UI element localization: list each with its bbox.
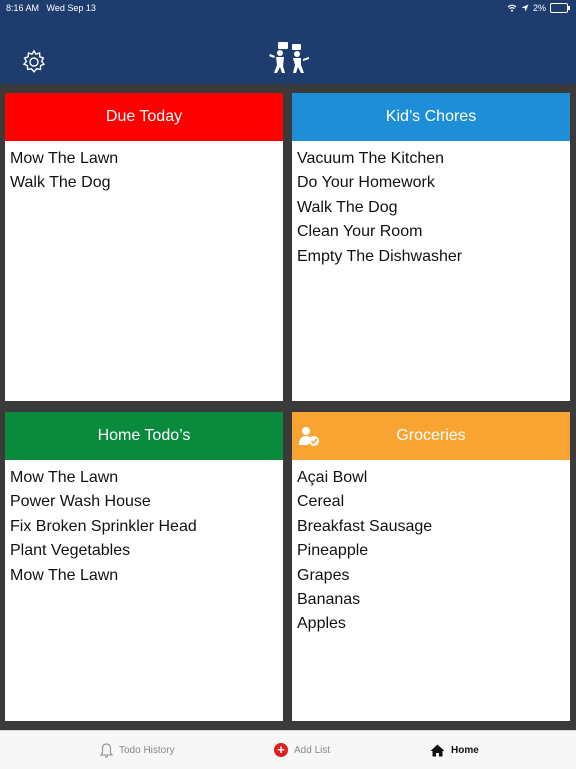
tab-todo-history[interactable]: Todo History	[100, 731, 175, 769]
family-chores-logo-icon	[269, 42, 309, 73]
status-date: Wed Sep 13	[46, 3, 96, 13]
card-list: Açai Bowl Cereal Breakfast Sausage Pinea…	[292, 460, 570, 637]
top-bar: 8:16 AM Wed Sep 13 2%	[0, 0, 576, 84]
list-item[interactable]: Walk The Dog	[297, 196, 570, 220]
list-item[interactable]: Vacuum The Kitchen	[297, 147, 570, 171]
home-icon	[430, 744, 445, 756]
list-item[interactable]: Do Your Homework	[297, 171, 570, 195]
list-item[interactable]: Fix Broken Sprinkler Head	[10, 515, 283, 539]
card-kids-chores[interactable]: Kid’s Chores Vacuum The Kitchen Do Your …	[292, 93, 570, 401]
list-item[interactable]: Power Wash House	[10, 490, 283, 514]
card-groceries[interactable]: Groceries Açai Bowl Cereal Breakfast Sau…	[292, 412, 570, 721]
wifi-icon	[507, 4, 517, 12]
list-item[interactable]: Cereal	[297, 490, 570, 514]
card-home-todos[interactable]: Home Todo’s Mow The Lawn Power Wash Hous…	[5, 412, 283, 721]
battery-icon	[550, 3, 570, 13]
battery-percent: 2%	[532, 3, 546, 13]
card-title: Due Today	[105, 108, 183, 125]
card-list: Mow The Lawn Walk The Dog	[5, 141, 283, 196]
card-header[interactable]: Due Today	[5, 93, 283, 141]
gear-icon	[22, 49, 46, 73]
list-item[interactable]: Breakfast Sausage	[297, 515, 570, 539]
tab-add-list[interactable]: + Add List	[274, 731, 330, 769]
card-list: Mow The Lawn Power Wash House Fix Broken…	[5, 460, 283, 588]
tab-home[interactable]: Home	[430, 731, 479, 769]
status-right: 2%	[507, 3, 570, 13]
list-item[interactable]: Grapes	[297, 564, 570, 588]
card-title: Kid’s Chores	[385, 108, 477, 125]
card-title: Groceries	[396, 427, 466, 444]
settings-button[interactable]	[20, 48, 48, 76]
bell-icon	[100, 742, 113, 758]
location-arrow-icon	[521, 4, 529, 12]
card-list: Vacuum The Kitchen Do Your Homework Walk…	[292, 141, 570, 269]
list-item[interactable]: Walk The Dog	[10, 171, 283, 195]
list-item[interactable]: Clean Your Room	[297, 220, 570, 244]
add-circle-icon: +	[274, 743, 288, 757]
card-title: Home Todo’s	[97, 427, 191, 444]
list-item[interactable]: Bananas	[297, 588, 570, 612]
list-item[interactable]: Açai Bowl	[297, 466, 570, 490]
list-item[interactable]: Pineapple	[297, 539, 570, 563]
list-item[interactable]: Mow The Lawn	[10, 147, 283, 171]
card-header[interactable]: Groceries	[292, 412, 570, 460]
card-header[interactable]: Home Todo’s	[5, 412, 283, 460]
user-check-icon	[299, 427, 319, 446]
list-item[interactable]: Mow The Lawn	[10, 564, 283, 588]
tab-label: Home	[451, 744, 479, 756]
card-header[interactable]: Kid’s Chores	[292, 93, 570, 141]
card-due-today[interactable]: Due Today Mow The Lawn Walk The Dog	[5, 93, 283, 401]
list-item[interactable]: Apples	[297, 612, 570, 636]
status-time-date: 8:16 AM Wed Sep 13	[6, 3, 96, 13]
list-item[interactable]: Plant Vegetables	[10, 539, 283, 563]
list-item[interactable]: Empty The Dishwasher	[297, 245, 570, 269]
status-time: 8:16 AM	[6, 3, 40, 13]
tab-label: Add List	[294, 744, 331, 756]
tab-bar: Todo History + Add List Home	[0, 730, 576, 769]
tab-label: Todo History	[119, 744, 175, 756]
list-item[interactable]: Mow The Lawn	[10, 466, 283, 490]
